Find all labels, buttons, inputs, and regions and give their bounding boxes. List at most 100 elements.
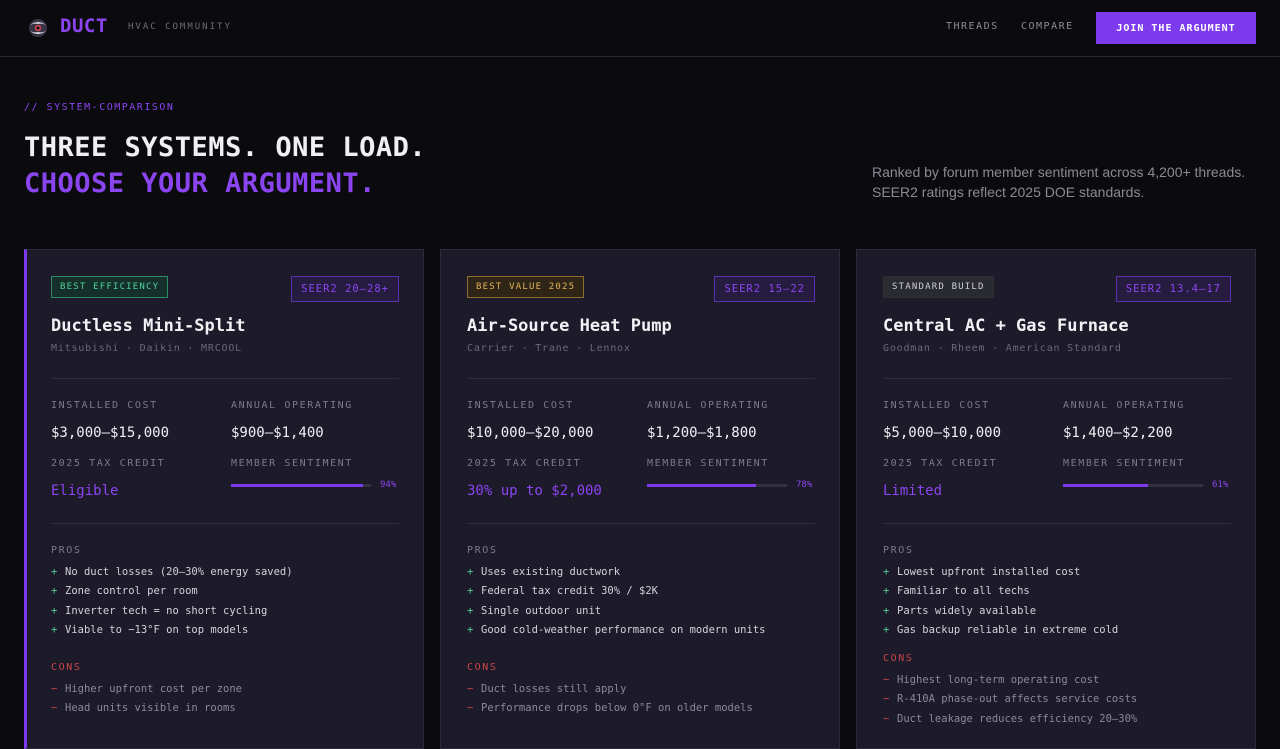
sentiment-percent: 61%: [1212, 480, 1229, 490]
member-sentiment-label: MEMBER SENTIMENT: [647, 458, 769, 469]
plus-icon: +: [883, 624, 890, 637]
pro-item: + Single outdoor unit: [467, 604, 602, 617]
cons-heading: CONS: [51, 662, 82, 673]
tax-credit-value: 30% up to $2,000: [467, 483, 602, 499]
pro-item: + No duct losses (20–30% energy saved): [51, 565, 293, 578]
member-sentiment-label: MEMBER SENTIMENT: [1063, 458, 1185, 469]
sentiment-bar: [647, 484, 787, 487]
tax-credit-label: 2025 TAX CREDIT: [883, 458, 998, 469]
pros-heading: PROS: [467, 545, 498, 556]
card-title[interactable]: Central AC + Gas Furnace: [883, 316, 1129, 336]
ranking-note: Ranked by forum member sentiment across …: [872, 162, 1272, 202]
ranking-note-line-2: SEER2 ratings reflect 2025 DOE standards…: [872, 184, 1145, 200]
annual-operating-label: ANNUAL OPERATING: [231, 400, 353, 411]
con-item: − Highest long-term operating cost: [883, 673, 1100, 686]
card-divider: [51, 378, 399, 379]
tax-credit-label: 2025 TAX CREDIT: [467, 458, 582, 469]
con-item: − Head units visible in rooms: [51, 702, 236, 715]
ranking-note-line-1: Ranked by forum member sentiment across …: [872, 164, 1246, 180]
minus-icon: −: [467, 682, 474, 695]
seer2-rating-tag: SEER2 20–28+: [291, 276, 399, 302]
pro-item: + Parts widely available: [883, 604, 1037, 617]
minus-icon: −: [467, 702, 474, 715]
page-title-line-2: CHOOSE YOUR ARGUMENT.: [24, 168, 376, 199]
sentiment-percent: 78%: [796, 480, 813, 490]
nav-link-compare[interactable]: COMPARE: [1021, 21, 1074, 32]
logo-wordmark[interactable]: DUCT: [60, 15, 108, 37]
plus-icon: +: [51, 565, 58, 578]
con-item: − Duct leakage reduces efficiency 20–30%: [883, 712, 1138, 725]
sentiment-bar-fill: [231, 484, 363, 487]
tax-credit-label: 2025 TAX CREDIT: [51, 458, 166, 469]
cons-heading: CONS: [467, 662, 498, 673]
member-sentiment-label: MEMBER SENTIMENT: [231, 458, 353, 469]
pros-heading: PROS: [883, 545, 914, 556]
plus-icon: +: [467, 604, 474, 617]
card-divider: [467, 523, 815, 524]
minus-icon: −: [883, 673, 890, 686]
card-title[interactable]: Air-Source Heat Pump: [467, 316, 672, 336]
annual-operating-value: $1,200–$1,800: [647, 425, 757, 441]
pro-item: + Inverter tech = no short cycling: [51, 604, 268, 617]
con-item: − R-410A phase-out affects service costs: [883, 693, 1138, 706]
plus-icon: +: [883, 565, 890, 578]
sentiment-bar-fill: [1063, 484, 1149, 487]
pro-item: + Federal tax credit 30% / $2K: [467, 585, 659, 598]
plus-icon: +: [467, 565, 474, 578]
join-the-argument-button[interactable]: JOIN THE ARGUMENT: [1096, 12, 1256, 44]
plus-icon: +: [51, 624, 58, 637]
card-title[interactable]: Ductless Mini-Split: [51, 316, 245, 336]
installed-cost-label: INSTALLED COST: [883, 400, 990, 411]
seer2-rating-tag: SEER2 13.4–17: [1115, 276, 1231, 302]
card-divider: [51, 523, 399, 524]
plus-icon: +: [883, 585, 890, 598]
pro-item: + Zone control per room: [51, 585, 198, 598]
con-item: − Higher upfront cost per zone: [51, 682, 243, 695]
tax-credit-value: Eligible: [51, 483, 119, 499]
con-item: − Performance drops below 0°F on older mo…: [467, 702, 753, 715]
duct-logo-icon[interactable]: [26, 17, 50, 39]
nav-link-threads[interactable]: THREADS: [946, 21, 999, 32]
con-item: − Duct losses still apply: [467, 682, 627, 695]
seer2-rating-tag: SEER2 15–22: [714, 276, 815, 302]
page-title: THREE SYSTEMS. ONE LOAD. CHOOSE YOUR ARG…: [24, 130, 426, 202]
annual-operating-value: $900–$1,400: [231, 425, 324, 441]
pros-heading: PROS: [51, 545, 82, 556]
pro-item: + Familiar to all techs: [883, 585, 1030, 598]
card-divider: [467, 378, 815, 379]
card-badge: BEST EFFICIENCY: [51, 276, 169, 298]
system-card-mini-split[interactable]: BEST EFFICIENCY SEER2 20–28+ Ductless Mi…: [24, 249, 424, 749]
card-brands: Goodman · Rheem · American Standard: [883, 343, 1122, 354]
minus-icon: −: [51, 682, 58, 695]
system-card-heat-pump[interactable]: BEST VALUE 2025 SEER2 15–22 Air-Source H…: [440, 249, 840, 749]
card-divider: [883, 523, 1231, 524]
card-brands: Carrier · Trane · Lennox: [467, 343, 631, 354]
installed-cost-label: INSTALLED COST: [467, 400, 574, 411]
pro-item: + Lowest upfront installed cost: [883, 565, 1081, 578]
page-title-line-1: THREE SYSTEMS. ONE LOAD.: [24, 132, 427, 163]
section-eyebrow: // SYSTEM-COMPARISON: [24, 102, 175, 113]
sentiment-bar: [231, 484, 371, 487]
plus-icon: +: [883, 604, 890, 617]
pros-list: + Lowest upfront installed cost + Familiar…: [883, 562, 1231, 640]
minus-icon: −: [883, 712, 890, 725]
card-divider: [883, 378, 1231, 379]
cons-list: − Duct losses still apply − Performance dr…: [467, 679, 815, 718]
cons-heading: CONS: [883, 653, 914, 664]
card-badge: BEST VALUE 2025: [467, 276, 585, 298]
pro-item: + Viable to −13°F on top models: [51, 624, 249, 637]
minus-icon: −: [51, 702, 58, 715]
system-card-central-ac-furnace[interactable]: STANDARD BUILD SEER2 13.4–17 Central AC …: [856, 249, 1256, 749]
pro-item: + Good cold-weather performance on modern…: [467, 624, 766, 637]
pros-list: + No duct losses (20–30% energy saved) + Z…: [51, 562, 399, 640]
sentiment-bar-fill: [647, 484, 757, 487]
installed-cost-label: INSTALLED COST: [51, 400, 158, 411]
annual-operating-label: ANNUAL OPERATING: [1063, 400, 1185, 411]
cons-list: − Higher upfront cost per zone − Head unit…: [51, 679, 399, 718]
pro-item: + Uses existing ductwork: [467, 565, 621, 578]
card-brands: Mitsubishi · Daikin · MRCOOL: [51, 343, 242, 354]
annual-operating-label: ANNUAL OPERATING: [647, 400, 769, 411]
sentiment-percent: 94%: [380, 480, 397, 490]
logo-tagline: HVAC COMMUNITY: [128, 22, 232, 32]
minus-icon: −: [883, 693, 890, 706]
